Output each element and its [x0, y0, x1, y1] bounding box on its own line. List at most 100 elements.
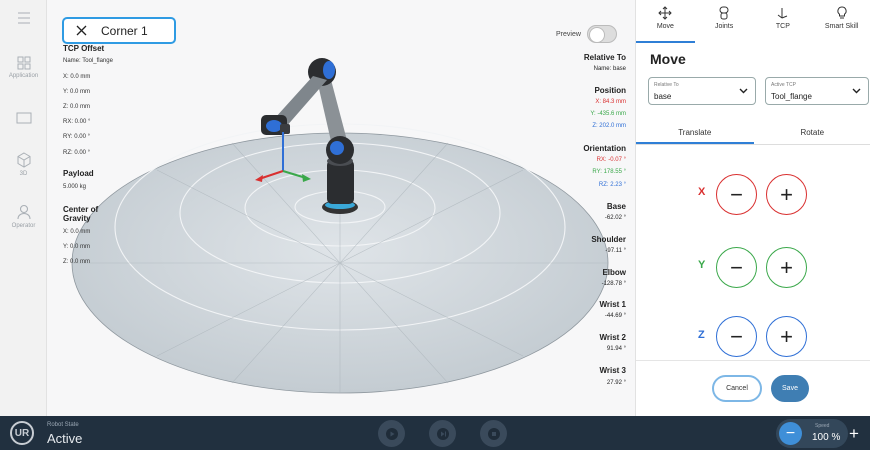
position-heading: Position	[594, 86, 626, 95]
tab-label: Joints	[714, 23, 734, 30]
tcp-name: Name: Tool_flange	[63, 58, 113, 64]
position-z: Z: 202.0 mm	[592, 123, 626, 129]
joint-base-value: -62.02 °	[604, 215, 626, 221]
active-tcp-caption: Active TCP	[771, 82, 796, 88]
save-button[interactable]: Save	[771, 375, 809, 402]
tab-rotate[interactable]: Rotate	[754, 120, 870, 144]
cog-heading-line1: Center of	[63, 205, 99, 214]
joint-elbow-value: -128.78 °	[601, 281, 626, 287]
chevron-down-icon	[739, 88, 748, 94]
tcp-rz: RZ: 0.00 °	[63, 150, 91, 156]
person-icon	[16, 204, 31, 220]
joint-wrist2-label: Wrist 2	[599, 333, 626, 342]
relative-to-value: base	[654, 92, 672, 101]
joint-wrist1-label: Wrist 1	[599, 300, 626, 309]
grid-icon	[17, 56, 30, 70]
relative-to-name: Name: base	[593, 66, 626, 72]
node-title: Corner 1	[101, 23, 148, 38]
joints-icon	[719, 6, 729, 20]
tcp-y: Y: 0.0 mm	[63, 89, 91, 95]
tab-label: TCP	[775, 23, 790, 30]
speed-value: 100 %	[812, 432, 841, 443]
joint-wrist3-value: 27.92 °	[606, 380, 626, 386]
y-minus-button[interactable]: −	[716, 247, 757, 288]
relative-to-caption: Relative To	[654, 82, 679, 88]
x-plus-button[interactable]: +	[766, 174, 807, 215]
cog-x: X: 0.0 mm	[63, 229, 91, 235]
tcp-z: Z: 0.0 mm	[63, 104, 91, 110]
z-plus-button[interactable]: +	[766, 316, 807, 357]
cancel-button[interactable]: Cancel	[712, 375, 762, 402]
position-x: X: 84.3 mm	[595, 99, 626, 105]
chevron-down-icon	[852, 88, 861, 94]
axis-z-label: Z	[698, 329, 705, 341]
joint-elbow-label: Elbow	[602, 268, 626, 277]
axis-y-label: Y	[698, 259, 706, 271]
cog-z: Z: 0.0 mm	[63, 259, 91, 265]
divider	[636, 360, 870, 361]
move-icon	[658, 6, 673, 20]
speed-decrease-button[interactable]: −	[779, 422, 802, 445]
sidebar-item-label: Operator	[11, 223, 36, 229]
joint-wrist2-value: 91.94 °	[606, 346, 626, 352]
orientation-ry: RY: 178.55 °	[592, 169, 626, 175]
ur-logo: UR	[10, 421, 34, 445]
joint-shoulder-value: -97.11 °	[605, 248, 626, 254]
pose-readout: Relative To Name: base Position X: 84.3 …	[560, 0, 626, 416]
tab-label: Move	[656, 23, 674, 30]
sidebar: Application 3D Operator	[0, 0, 47, 416]
y-plus-button[interactable]: +	[766, 247, 807, 288]
robot-state-value: Active	[47, 431, 83, 446]
joint-base-label: Base	[606, 202, 626, 211]
step-button[interactable]	[429, 420, 456, 447]
sidebar-item-application[interactable]: Application	[0, 56, 47, 79]
orientation-heading: Orientation	[583, 144, 626, 153]
window-icon	[16, 112, 31, 124]
menu-button[interactable]	[0, 12, 47, 27]
cube-icon	[17, 152, 30, 168]
axis-x-label: X	[698, 186, 706, 198]
robot-state-caption: Robot State	[47, 422, 79, 428]
tcp-icon	[777, 8, 788, 19]
play-icon	[385, 427, 398, 440]
tab-smart-skill[interactable]: Smart Skill	[812, 0, 870, 43]
close-icon[interactable]	[76, 25, 87, 36]
panel-tabs: Move Joints TCP Smart Skill	[636, 0, 870, 43]
cog-y: Y: 0.0 mm	[63, 244, 91, 250]
move-panel: Move Joints TCP Smart Skill Move Relativ…	[635, 0, 870, 416]
program-node-header: Corner 1	[62, 17, 176, 44]
joint-wrist1-value: -44.69 °	[604, 313, 626, 319]
tab-translate[interactable]: Translate	[636, 120, 754, 144]
relative-to-select[interactable]: Relative To base	[648, 77, 756, 105]
step-icon	[436, 427, 449, 440]
sidebar-item-label: Application	[8, 73, 39, 79]
orientation-rx: RX: -0.07 °	[596, 157, 626, 163]
sidebar-item-3d[interactable]: 3D	[0, 152, 47, 177]
active-tcp-select[interactable]: Active TCP Tool_flange	[765, 77, 869, 105]
tab-label: Smart Skill	[824, 23, 859, 30]
cog-heading-line2: Gravity	[63, 214, 91, 223]
robot-scene	[71, 58, 609, 394]
active-tcp-value: Tool_flange	[771, 92, 812, 101]
robot-base	[327, 160, 354, 204]
x-minus-button[interactable]: −	[716, 174, 757, 215]
relative-to-heading: Relative To	[583, 53, 626, 62]
tab-move[interactable]: Move	[636, 0, 695, 43]
tcp-x: X: 0.0 mm	[63, 74, 91, 80]
speed-increase-button[interactable]: +	[849, 424, 859, 444]
sidebar-item-operator[interactable]: Operator	[0, 204, 47, 229]
play-button[interactable]	[378, 420, 405, 447]
translate-rotate-tabs: Translate Rotate	[636, 120, 870, 145]
tcp-rx: RX: 0.00 °	[63, 119, 91, 125]
3d-viewport[interactable]: TCP Offset Name: Tool_flange X: 0.0 mm Y…	[47, 0, 635, 416]
tab-joints[interactable]: Joints	[695, 0, 754, 43]
sidebar-item-window[interactable]	[0, 112, 47, 127]
orientation-rz: RZ: 2.23 °	[598, 182, 626, 188]
tcp-ry: RY: 0.00 °	[63, 134, 90, 140]
tab-tcp[interactable]: TCP	[754, 0, 813, 43]
payload-heading: Payload	[63, 169, 94, 178]
bulb-icon	[837, 6, 847, 19]
tcp-offset-heading: TCP Offset	[63, 44, 105, 53]
z-minus-button[interactable]: −	[716, 316, 757, 357]
stop-button[interactable]	[480, 420, 507, 447]
